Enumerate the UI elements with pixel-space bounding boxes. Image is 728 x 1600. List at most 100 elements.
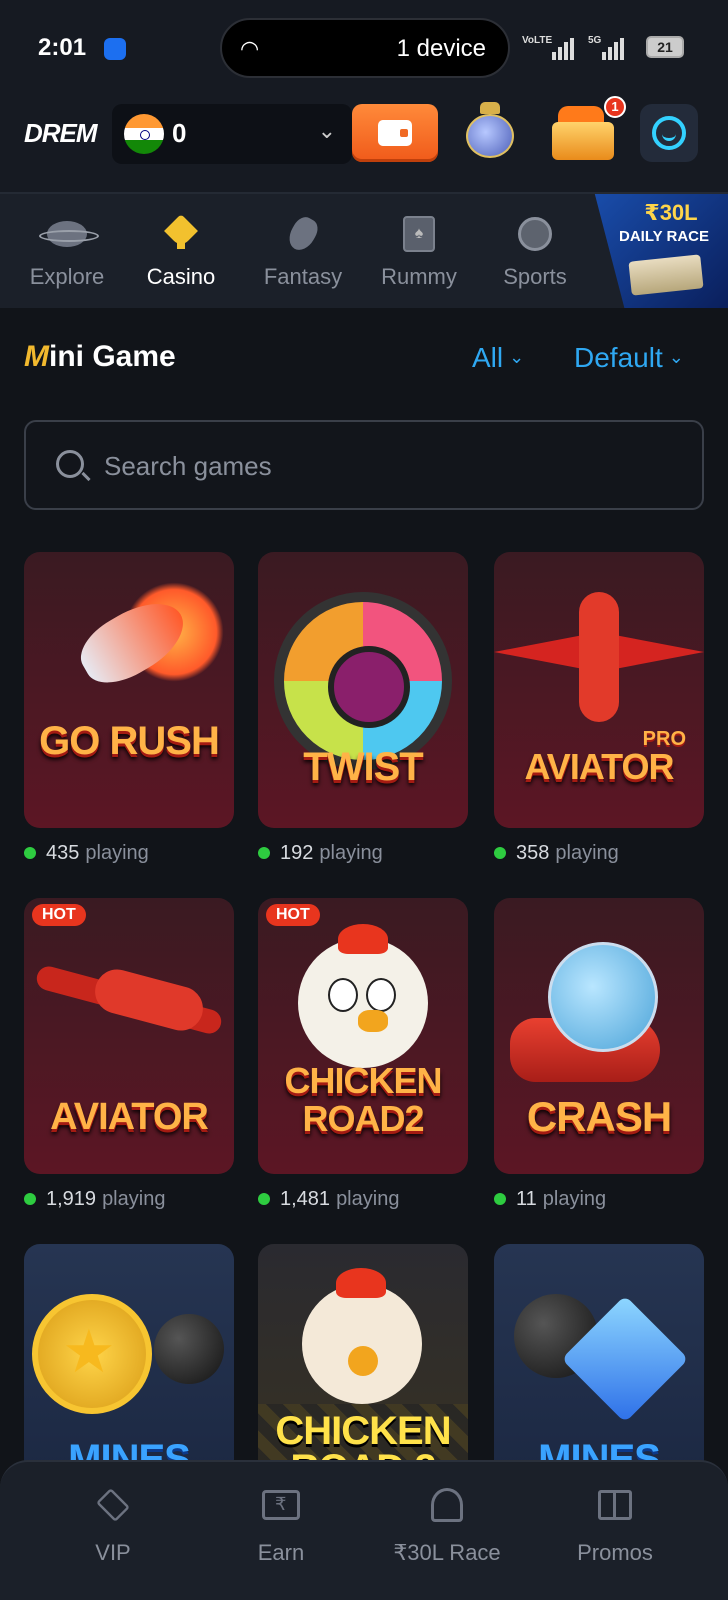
search-input[interactable] — [104, 446, 664, 486]
bottom-nav: VIP Earn ₹30L Race Promos — [0, 1460, 728, 1600]
cash-stack-icon — [628, 254, 704, 296]
live-dot-icon — [258, 1193, 270, 1205]
balance-amount: 0 — [172, 118, 187, 148]
propeller-plane-icon — [34, 948, 224, 1048]
live-dot-icon — [258, 847, 270, 859]
tab-casino[interactable]: Casino — [126, 214, 236, 290]
tab-label: Fantasy — [263, 264, 343, 289]
chevron-down-icon: ⌄ — [509, 347, 525, 367]
nav-vip[interactable]: VIP — [38, 1486, 188, 1566]
game-card-chicken-road2[interactable]: CHICKEN ROAD2 HOT — [258, 898, 468, 1174]
live-dot-icon — [24, 1193, 36, 1205]
live-dot-icon — [24, 847, 36, 859]
status-bar: 2:01 ◠ 1 device VoLTE 5G 21 — [0, 0, 728, 96]
spade-icon — [164, 214, 198, 249]
cards-icon: ♠ — [403, 216, 435, 252]
india-flag-icon — [124, 114, 164, 154]
game-card-crash[interactable]: CRASH — [494, 898, 704, 1174]
nav-label: Promos — [577, 1540, 653, 1565]
coin-icon: ★ — [32, 1294, 152, 1414]
support-agent-icon — [652, 116, 686, 150]
game-title: CRASH — [526, 1093, 672, 1140]
bomb-icon — [154, 1314, 224, 1384]
filter-all-dropdown[interactable]: All ⌄ — [472, 342, 524, 374]
player-count: 192 playing — [258, 842, 383, 865]
live-dot-icon — [494, 1193, 506, 1205]
game-title: TWIST — [303, 745, 423, 789]
jet-icon — [494, 592, 704, 722]
hotspot-pill[interactable]: ◠ 1 device — [220, 18, 510, 78]
trophy-icon — [431, 1488, 463, 1522]
chicken-icon — [302, 1268, 422, 1404]
live-dot-icon — [494, 847, 506, 859]
tab-rummy[interactable]: ♠ Rummy — [364, 214, 474, 290]
signal-icon-2 — [602, 38, 626, 60]
notification-badge: 1 — [604, 96, 626, 118]
treasure-pot-icon[interactable] — [462, 100, 518, 162]
app-logo[interactable]: DREM — [24, 118, 98, 149]
section-title: Mini Game — [24, 340, 176, 373]
tab-label: Rummy — [381, 264, 457, 289]
rewards-chest-button[interactable]: 1 — [548, 96, 626, 164]
nav-label: ₹30L Race — [393, 1540, 501, 1565]
chevron-down-icon: ⌄ — [317, 118, 336, 143]
player-count: 358 playing — [494, 842, 619, 865]
game-card-go-rush[interactable]: GO RUSH — [24, 552, 234, 828]
tab-label: Explore — [29, 264, 105, 289]
network-label: VoLTE — [522, 35, 553, 46]
tab-label: Casino — [146, 264, 216, 289]
app-notification-icon — [104, 38, 126, 60]
tab-sports[interactable]: Sports — [480, 214, 590, 290]
wheel-icon — [274, 592, 452, 770]
signal-icon — [552, 38, 576, 60]
chevron-down-icon: ⌄ — [668, 347, 684, 367]
game-title: CHICKEN ROAD2 — [284, 1060, 442, 1139]
guitar-icon — [284, 213, 322, 255]
game-card-twist[interactable]: TWIST — [258, 552, 468, 828]
hot-badge: HOT — [266, 904, 320, 926]
nav-label: Earn — [257, 1540, 305, 1565]
search-icon — [56, 450, 84, 478]
vip-icon — [96, 1488, 130, 1522]
daily-race-banner[interactable]: ₹30L DAILY RACE — [594, 194, 728, 308]
wallet-icon — [378, 120, 412, 146]
tab-explore[interactable]: Explore — [12, 214, 122, 290]
app-header: DREM 0 ⌄ 1 — [0, 96, 728, 192]
game-title: AVIATOR — [50, 1096, 209, 1138]
astronaut-icon — [548, 942, 658, 1052]
game-card-aviator-pro[interactable]: AVIATOR PRO — [494, 552, 704, 828]
category-nav: Explore Casino Fantasy ♠ Rummy Sports ₹3… — [0, 192, 728, 308]
nav-label: VIP — [95, 1540, 131, 1565]
player-count: 1,919 playing — [24, 1188, 165, 1211]
wallet-button[interactable] — [352, 104, 438, 162]
gift-icon — [598, 1490, 632, 1520]
search-box[interactable] — [24, 420, 704, 510]
nav-promos[interactable]: Promos — [540, 1486, 690, 1566]
hotspot-devices: 1 device — [396, 35, 486, 62]
status-time: 2:01 — [38, 34, 87, 61]
hot-badge: HOT — [32, 904, 86, 926]
nav-earn[interactable]: Earn — [206, 1486, 356, 1566]
player-count: 11 playing — [494, 1188, 606, 1211]
player-count: 435 playing — [24, 842, 149, 865]
game-subtitle: PRO — [642, 728, 686, 750]
support-button[interactable] — [640, 104, 698, 162]
race-amount: ₹30L — [644, 200, 698, 225]
tab-fantasy[interactable]: Fantasy — [248, 213, 358, 290]
game-title: AVIATOR — [524, 746, 674, 787]
player-count: 1,481 playing — [258, 1188, 399, 1211]
nav-race[interactable]: ₹30L Race — [372, 1486, 522, 1566]
hotspot-icon: ◠ — [240, 36, 260, 61]
chicken-icon — [298, 924, 428, 1068]
network-type: 5G — [588, 35, 602, 46]
sort-default-dropdown[interactable]: Default ⌄ — [574, 342, 684, 374]
balance-selector[interactable]: 0 ⌄ — [112, 104, 352, 164]
game-card-aviator[interactable]: AVIATOR HOT — [24, 898, 234, 1174]
football-icon — [518, 217, 552, 251]
earn-icon — [262, 1490, 300, 1520]
battery-icon: 21 — [646, 36, 684, 58]
game-title: GO RUSH — [39, 719, 220, 763]
race-label: DAILY RACE — [618, 228, 710, 245]
tab-label: Sports — [503, 264, 567, 289]
planet-icon — [39, 221, 99, 247]
